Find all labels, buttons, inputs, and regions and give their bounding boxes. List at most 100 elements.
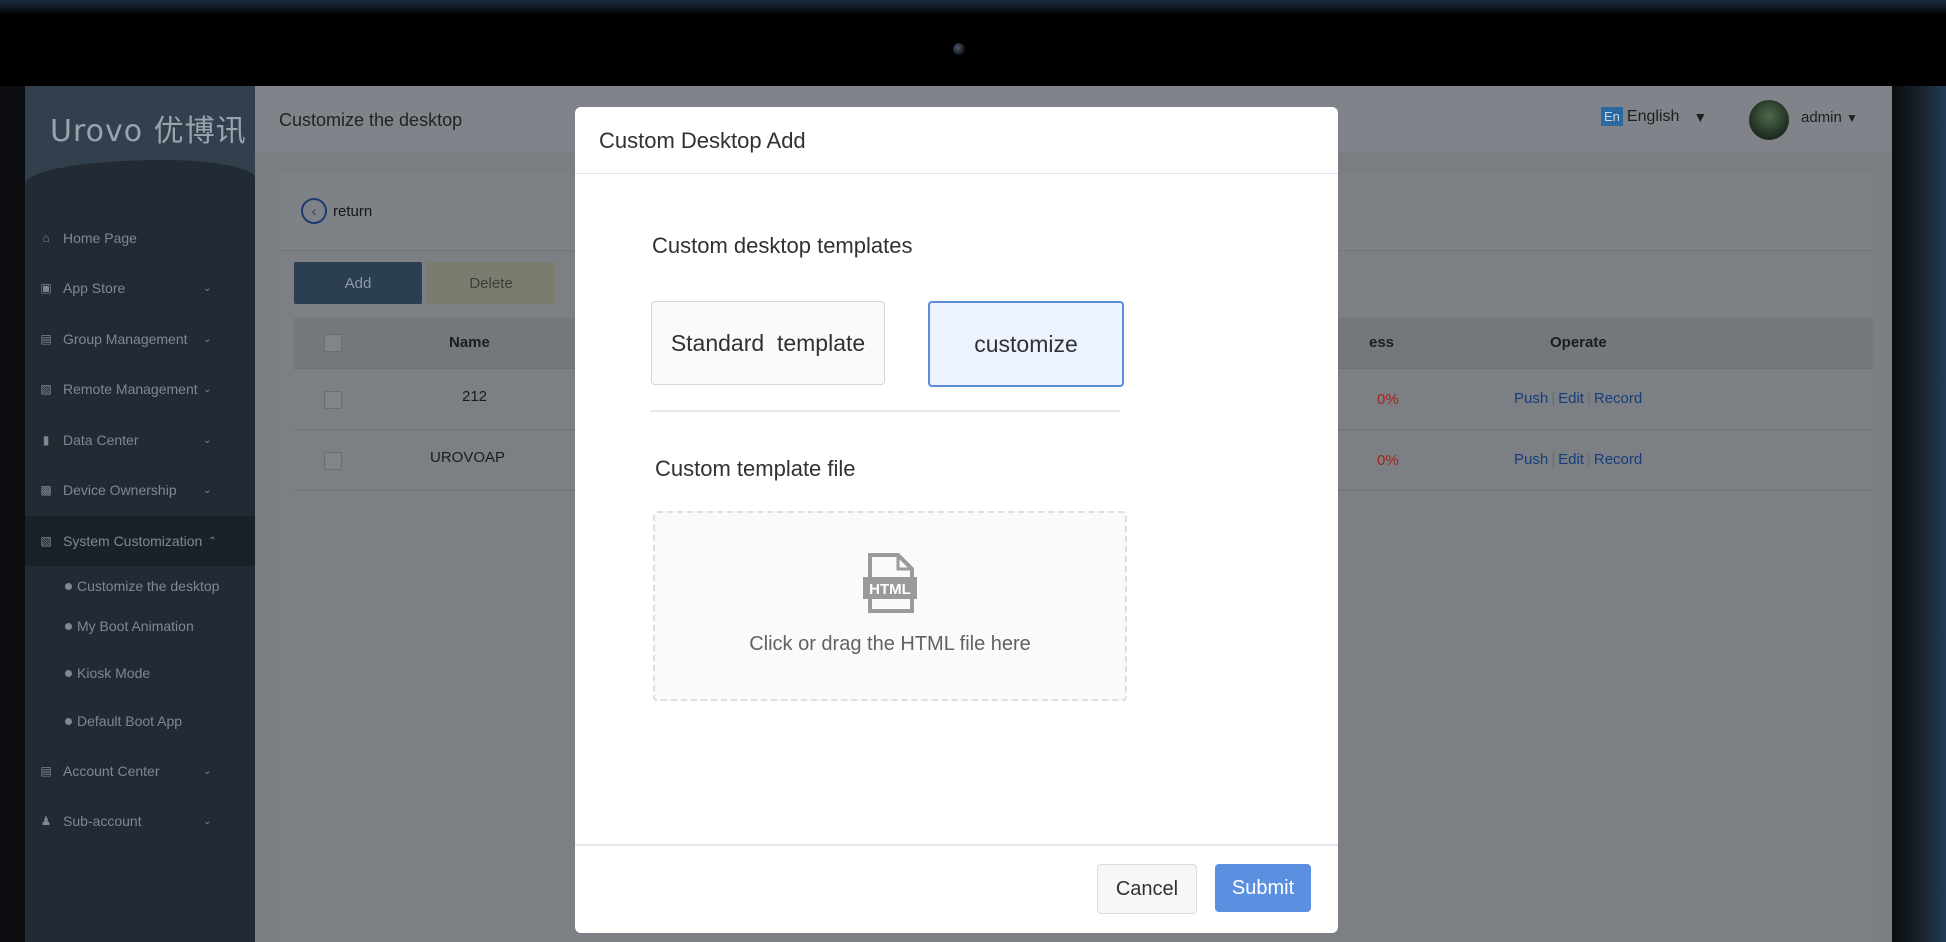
language-selector[interactable]: En English ▼	[1601, 107, 1707, 126]
chevron-down-icon: ⌄	[203, 484, 212, 496]
sidebar-item-label: Device Ownership	[63, 482, 177, 498]
row-checkbox[interactable]	[324, 452, 342, 470]
sidebar-item-data-center[interactable]: ▮ Data Center ⌄	[25, 421, 255, 459]
column-name: Name	[449, 334, 490, 351]
group-icon: ▤	[40, 332, 52, 346]
users-icon: ♟	[40, 814, 52, 828]
cancel-button[interactable]: Cancel	[1097, 864, 1197, 914]
caret-down-icon: ▼	[1693, 108, 1708, 125]
column-operate: Operate	[1550, 334, 1607, 351]
bar-chart-icon: ▮	[42, 433, 50, 447]
delete-button[interactable]: Delete	[427, 262, 555, 304]
sidebar-item-label: Remote Management	[63, 381, 198, 397]
submit-button[interactable]: Submit	[1215, 864, 1311, 912]
record-link[interactable]: Record	[1594, 390, 1642, 407]
separator: |	[1551, 390, 1556, 407]
templates-label: Custom desktop templates	[652, 233, 913, 258]
user-menu[interactable]: admin ▼	[1801, 109, 1858, 126]
home-icon: ⌂	[42, 231, 50, 245]
separator: |	[1586, 390, 1591, 407]
edit-link[interactable]: Edit	[1558, 451, 1584, 468]
chevron-down-icon: ⌄	[203, 333, 212, 345]
laptop-bezel-top	[0, 0, 1946, 86]
template-file-label: Custom template file	[655, 456, 856, 481]
html-file-icon: HTML	[863, 553, 917, 613]
return-link[interactable]: ‹ return	[301, 198, 372, 224]
dialog-title: Custom Desktop Add	[599, 128, 806, 153]
divider	[650, 410, 1120, 412]
sidebar-item-label: Sub-account	[63, 813, 142, 829]
column-progress: ess	[1369, 334, 1395, 351]
html-file-dropzone[interactable]: HTML Click or drag the HTML file here	[653, 511, 1127, 701]
language-badge: En	[1601, 107, 1623, 126]
page-title: Customize the desktop	[279, 110, 463, 130]
sidebar-item-home-page[interactable]: ⌂ Home Page	[25, 219, 255, 257]
laptop-bezel-right	[1892, 86, 1946, 942]
dropzone-text: Click or drag the HTML file here	[749, 633, 1031, 655]
add-button[interactable]: Add	[294, 262, 422, 304]
row-checkbox[interactable]	[324, 391, 342, 409]
row-name: 212	[462, 388, 488, 405]
row-progress: 0%	[1377, 391, 1399, 408]
bullet-icon	[65, 622, 72, 630]
device-icon: ▩	[40, 483, 52, 497]
sidebar-item-app-store[interactable]: ▣ App Store ⌄	[25, 269, 255, 307]
sidebar-item-system-customization[interactable]: ▧ System Customization ⌃	[25, 516, 255, 566]
sidebar-item-label: Group Management	[63, 331, 188, 347]
standard-template-option[interactable]: Standard template	[651, 301, 885, 385]
sidebar: Urovo 优博讯 ⌂ Home Page ▣ App Store ⌄ ▤ Gr…	[25, 86, 255, 942]
row-progress: 0%	[1377, 452, 1399, 469]
sidebar-subitem-default-boot-app[interactable]: Default Boot App	[65, 706, 182, 736]
sidebar-item-label: Home Page	[63, 230, 137, 246]
separator: |	[1551, 451, 1556, 468]
edit-link[interactable]: Edit	[1558, 390, 1584, 407]
sidebar-subitem-label: Kiosk Mode	[77, 665, 151, 681]
row-name: UROVOAP	[430, 449, 506, 466]
bullet-icon	[65, 582, 72, 590]
sidebar-subitem-label: Default Boot App	[77, 713, 183, 729]
username: admin	[1801, 109, 1842, 126]
store-icon: ▣	[40, 281, 52, 295]
sidebar-subitem-kiosk-mode[interactable]: Kiosk Mode	[65, 658, 150, 688]
webcam-icon	[953, 43, 965, 55]
sidebar-item-label: App Store	[63, 280, 126, 296]
customize-option[interactable]: customize	[928, 301, 1124, 387]
sidebar-subitem-customize-desktop[interactable]: Customize the desktop	[65, 571, 219, 601]
back-arrow-icon: ‹	[301, 198, 327, 224]
row-operations: Push | Edit | Record	[1514, 451, 1642, 468]
sidebar-item-account-center[interactable]: ▤ Account Center ⌄	[25, 752, 255, 790]
bullet-icon	[65, 717, 72, 725]
record-link[interactable]: Record	[1594, 451, 1642, 468]
logo-wave-decoration	[25, 160, 255, 220]
push-link[interactable]: Push	[1514, 451, 1548, 468]
sidebar-subitem-boot-animation[interactable]: My Boot Animation	[65, 611, 194, 641]
separator: |	[1586, 451, 1591, 468]
return-label: return	[333, 202, 373, 220]
push-link[interactable]: Push	[1514, 390, 1548, 407]
html-badge-text: HTML	[869, 581, 911, 598]
language-label: English	[1626, 107, 1680, 125]
sidebar-item-remote-management[interactable]: ▧ Remote Management ⌄	[25, 370, 255, 408]
chevron-down-icon: ⌄	[203, 815, 212, 827]
divider	[575, 844, 1338, 846]
id-card-icon: ▤	[40, 764, 52, 778]
logo: Urovo 优博讯	[50, 114, 247, 149]
chevron-down-icon: ⌄	[203, 765, 212, 777]
monitor-icon: ▧	[40, 534, 52, 548]
custom-desktop-add-dialog: Custom Desktop Add Custom desktop templa…	[575, 107, 1338, 933]
sidebar-item-sub-account[interactable]: ♟ Sub-account ⌄	[25, 802, 255, 840]
bullet-icon	[65, 669, 72, 677]
chevron-down-icon: ⌄	[203, 434, 212, 446]
sidebar-item-group-management[interactable]: ▤ Group Management ⌄	[25, 320, 255, 358]
caret-down-icon: ▼	[1846, 111, 1858, 125]
row-operations: Push | Edit | Record	[1514, 390, 1642, 407]
logo-area: Urovo 优博讯	[25, 86, 255, 220]
sidebar-subitem-label: My Boot Animation	[77, 618, 194, 634]
avatar[interactable]	[1749, 100, 1789, 140]
divider	[575, 173, 1338, 174]
monitor-icon: ▧	[40, 382, 52, 396]
sidebar-subitem-label: Customize the desktop	[77, 578, 220, 594]
select-all-checkbox[interactable]	[324, 334, 342, 352]
sidebar-item-device-ownership[interactable]: ▩ Device Ownership ⌄	[25, 471, 255, 509]
sidebar-item-label: Data Center	[63, 432, 139, 448]
